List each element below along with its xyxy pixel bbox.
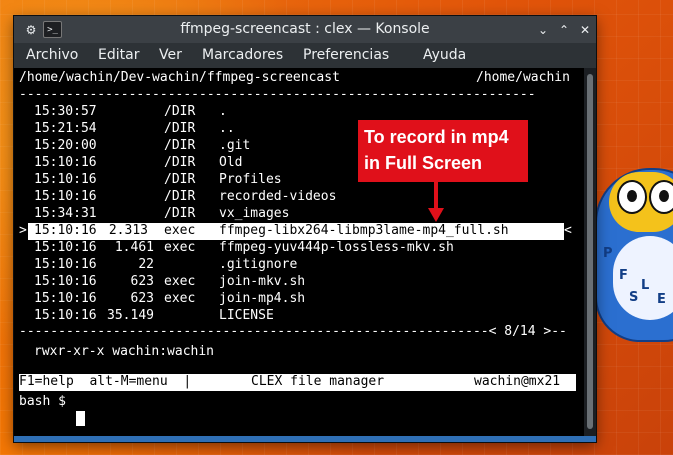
prompt-line[interactable]: bash $ <box>14 394 584 411</box>
shell-prompt: bash $ <box>19 394 66 409</box>
annotation-arrow <box>428 182 444 222</box>
menu-archivo[interactable]: Archivo <box>26 47 78 63</box>
file-time: 15:10:16 <box>34 172 97 187</box>
file-type: exec <box>164 240 196 255</box>
separator-bottom: ----------------------------------------… <box>19 324 567 339</box>
file-name: vx_images <box>219 206 290 221</box>
file-row[interactable]: 15:10:16 22 .gitignore <box>14 257 584 274</box>
annotation-line-2: in Full Screen <box>364 153 483 173</box>
text-cursor <box>76 411 85 426</box>
file-row[interactable]: 15:10:16 35.149 LICENSE <box>14 308 584 325</box>
konsole-window: ⚙ >_ ffmpeg-screencast : clex — Konsole … <box>14 16 596 442</box>
file-row[interactable]: 15:10:16 623 exec join-mp4.sh <box>14 291 584 308</box>
file-type: exec <box>164 274 196 289</box>
file-time: 15:10:16 <box>34 155 97 170</box>
file-name: join-mkv.sh <box>219 274 306 289</box>
file-name: .. <box>219 121 235 136</box>
home-path: /home/wachin <box>476 70 570 85</box>
file-row[interactable]: 15:10:16/DIR recorded-videos <box>14 189 584 206</box>
file-time: 15:10:16 <box>34 257 97 272</box>
status-help: F1=help alt-M=menu | <box>19 374 192 389</box>
file-name: .git <box>219 138 251 153</box>
file-type: /DIR <box>164 104 196 119</box>
file-time: 15:10:16 <box>34 291 97 306</box>
file-name: recorded-videos <box>219 189 337 204</box>
mascot-letter: E <box>657 292 666 307</box>
file-size: 35.149 <box>107 308 154 323</box>
scroll-thumb[interactable] <box>587 74 593 429</box>
file-time: 15:20:00 <box>34 138 97 153</box>
status-bar: F1=help alt-M=menu | CLEX file manager w… <box>19 374 576 391</box>
menu-bar: Archivo Editar Ver Marcadores Preferenci… <box>14 43 596 68</box>
mascot-letter: S <box>629 290 639 305</box>
file-name: ffmpeg-libx264-libmp3lame-mp4_full.sh <box>219 223 509 238</box>
file-row-selected[interactable]: 15:10:16 2.313 exec ffmpeg-libx264-libmp3la… <box>28 223 564 240</box>
file-name: LICENSE <box>219 308 274 323</box>
selection-marker-right: < <box>564 223 572 238</box>
file-type: exec <box>164 223 196 238</box>
file-size: 1.461 <box>114 240 154 255</box>
permissions-line: rwxr-xr-x wachin:wachin <box>34 344 215 359</box>
file-size: 623 <box>130 291 154 306</box>
menu-marcadores[interactable]: Marcadores <box>202 47 283 63</box>
file-time: 15:10:16 <box>34 308 97 323</box>
file-time: 15:30:57 <box>34 104 97 119</box>
file-time: 15:10:16 <box>34 223 97 238</box>
scrollbar[interactable] <box>584 68 596 436</box>
file-size: 2.313 <box>108 223 148 238</box>
menu-editar[interactable]: Editar <box>98 47 139 63</box>
status-user: wachin@mx21 <box>474 374 561 389</box>
menu-preferencias[interactable]: Preferencias <box>303 47 389 63</box>
file-time: 15:34:31 <box>34 206 97 221</box>
annotation-callout: To record in mp4 in Full Screen <box>358 120 528 182</box>
menu-ver[interactable]: Ver <box>159 47 182 63</box>
file-type: /DIR <box>164 206 196 221</box>
file-row[interactable]: 15:30:57/DIR. <box>14 104 584 121</box>
status-app-name: CLEX file manager <box>251 374 385 389</box>
file-row[interactable]: 15:10:16 623 exec join-mkv.sh <box>14 274 584 291</box>
file-name: .gitignore <box>219 257 298 272</box>
file-name: Old <box>219 155 243 170</box>
file-type: /DIR <box>164 189 196 204</box>
file-row[interactable]: 15:10:16 1.461 exec ffmpeg-yuv444p-lossless… <box>14 240 584 257</box>
file-type: /DIR <box>164 155 196 170</box>
window-title: ffmpeg-screencast : clex — Konsole <box>180 21 430 37</box>
file-size: 22 <box>138 257 154 272</box>
separator-top: ----------------------------------------… <box>19 87 536 102</box>
file-name: Profiles <box>219 172 282 187</box>
mascot-image: P F S L E <box>595 150 673 342</box>
file-time: 15:10:16 <box>34 274 97 289</box>
minimize-button[interactable]: ⌄ <box>534 21 552 38</box>
mascot-letter: F <box>619 268 628 283</box>
title-bar[interactable]: ⚙ >_ ffmpeg-screencast : clex — Konsole … <box>14 16 596 43</box>
mascot-letter: L <box>641 278 650 293</box>
file-size: 623 <box>130 274 154 289</box>
close-button[interactable]: ✕ <box>576 21 594 38</box>
file-type: /DIR <box>164 172 196 187</box>
mascot-letter: P <box>603 246 613 261</box>
current-path: /home/wachin/Dev-wachin/ffmpeg-screencas… <box>19 70 340 85</box>
file-type: exec <box>164 291 196 306</box>
path-header: /home/wachin/Dev-wachin/ffmpeg-screencas… <box>14 70 584 87</box>
maximize-button[interactable]: ⌃ <box>555 21 573 38</box>
file-time: 15:10:16 <box>34 240 97 255</box>
file-row[interactable]: 15:34:31/DIR vx_images <box>14 206 584 223</box>
file-type: /DIR <box>164 138 196 153</box>
file-time: 15:10:16 <box>34 189 97 204</box>
selection-marker-left: > <box>19 223 27 238</box>
file-name: join-mp4.sh <box>219 291 306 306</box>
file-type: /DIR <box>164 121 196 136</box>
annotation-line-1: To record in mp4 <box>364 127 509 147</box>
file-name: ffmpeg-yuv444p-lossless-mkv.sh <box>219 240 454 255</box>
file-time: 15:21:54 <box>34 121 97 136</box>
window-bottom-edge <box>14 436 596 442</box>
menu-ayuda[interactable]: Ayuda <box>423 47 466 63</box>
file-name: . <box>219 104 227 119</box>
